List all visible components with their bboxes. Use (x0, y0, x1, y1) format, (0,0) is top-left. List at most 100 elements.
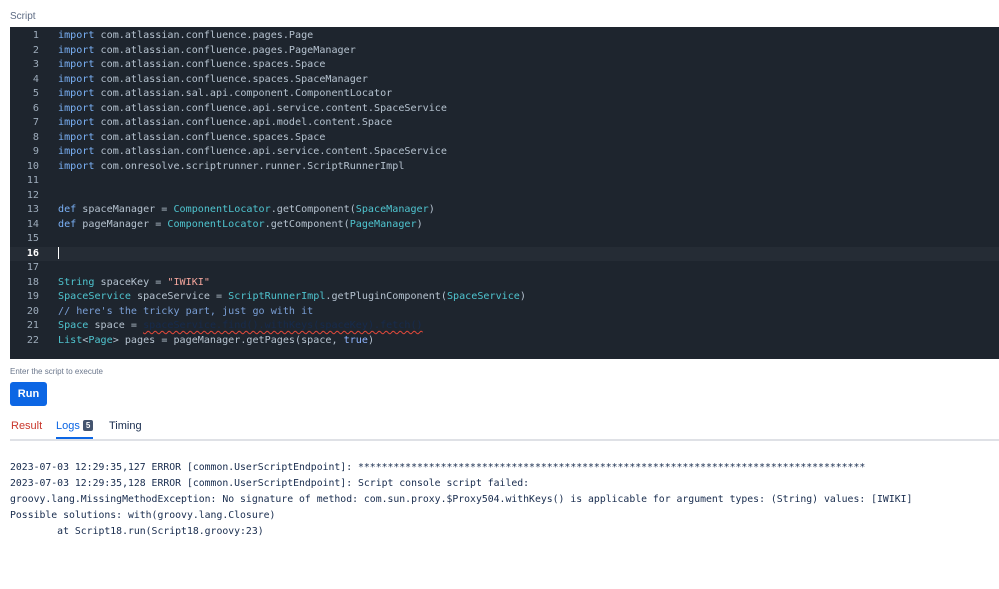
code-token: import (58, 88, 95, 99)
code-text: String spaceKey = "IWIKI" (58, 276, 210, 291)
code-line[interactable]: 9 import com.atlassian.confluence.api.ser… (10, 145, 999, 160)
code-text: import com.atlassian.confluence.pages.Pa… (58, 29, 313, 44)
code-token: import (58, 102, 95, 114)
code-token: space = (88, 320, 144, 331)
tab-logs-label: Logs (56, 420, 80, 432)
code-token: com.atlassian.confluence.pages.Page (94, 30, 314, 41)
log-line: groovy.lang.MissingMethodException: No s… (10, 494, 913, 505)
code-token: Page (88, 334, 113, 346)
code-token: "IWIKI" (167, 276, 210, 288)
code-line[interactable]: 1 import com.atlassian.confluence.pages.P… (10, 29, 999, 44)
code-token: Space (58, 320, 89, 331)
code-text: List<Page> pages = pageManager.getPages(… (58, 334, 374, 349)
code-token: ComponentLocator (167, 218, 265, 230)
code-text: import com.atlassian.confluence.spaces.S… (58, 58, 325, 73)
code-token: spaceService = (130, 291, 229, 302)
code-token: import (58, 146, 95, 157)
code-token: pageManager = (76, 218, 168, 230)
line-number: 13 (26, 204, 39, 215)
code-text (58, 246, 59, 263)
code-token: SpaceManager (355, 204, 429, 215)
code-token: com.atlassian.sal.api.component.Componen… (94, 88, 393, 99)
code-text: Space space = spaceService.find().withKe… (58, 319, 423, 334)
line-number: 4 (32, 73, 39, 85)
log-line: 2023-07-03 12:29:35,127 ERROR [common.Us… (10, 462, 866, 473)
editor-hint: Enter the script to execute (10, 367, 103, 376)
code-token: ScriptRunnerImpl (228, 291, 326, 302)
tab-logs[interactable]: Logs 5 (56, 418, 94, 439)
code-token: com.atlassian.confluence.api.service.con… (94, 102, 447, 114)
code-line[interactable]: 18 String spaceKey = "IWIKI" (10, 276, 999, 291)
code-line[interactable]: 4 import com.atlassian.confluence.spaces.… (10, 73, 999, 88)
line-number: 3 (32, 59, 39, 70)
code-line[interactable]: 3 import com.atlassian.confluence.spaces.… (10, 58, 999, 73)
code-line[interactable]: 14 def pageManager = ComponentLocator.get… (10, 218, 999, 233)
tab-timing[interactable]: Timing (109, 418, 142, 439)
line-number: 7 (32, 117, 39, 128)
code-line[interactable]: 5 import com.atlassian.sal.api.component.… (10, 87, 999, 102)
code-text: import com.atlassian.sal.api.component.C… (58, 87, 392, 102)
code-text: // here's the tricky part, just go with … (58, 305, 313, 320)
code-token: import (58, 131, 95, 143)
code-text: import com.atlassian.confluence.spaces.S… (58, 73, 368, 88)
line-number: 2 (32, 44, 39, 56)
line-number: 20 (26, 305, 39, 317)
code-line[interactable]: 16 (10, 246, 999, 263)
code-token: ) (416, 218, 423, 230)
code-line[interactable]: 11 (10, 174, 999, 189)
line-number: 17 (26, 262, 39, 273)
code-line[interactable]: 12 (10, 189, 999, 204)
line-number: 19 (26, 291, 39, 302)
code-token: import (58, 44, 95, 56)
code-token: com.atlassian.confluence.api.service.con… (94, 146, 447, 157)
line-number: 8 (32, 131, 39, 143)
line-number: 15 (26, 233, 39, 244)
code-token: spaceKey = (94, 276, 168, 288)
code-line[interactable]: 21 Space space = spaceService.find().with… (10, 319, 999, 334)
code-line[interactable]: 19 SpaceService spaceService = ScriptRunn… (10, 290, 999, 305)
line-number: 11 (26, 175, 39, 186)
logs-count-badge: 5 (82, 420, 94, 431)
code-token: SpaceService (446, 291, 520, 302)
code-token: PageManager (349, 218, 417, 230)
code-token: List (58, 334, 83, 346)
line-number: 12 (26, 189, 39, 201)
tab-result[interactable]: Result (11, 418, 42, 439)
code-line[interactable]: 13 def spaceManager = ComponentLocator.ge… (10, 203, 999, 218)
code-token: com.atlassian.confluence.spaces.SpaceMan… (94, 73, 368, 85)
code-text: import com.atlassian.confluence.pages.Pa… (58, 44, 356, 59)
code-token: spaceManager = (76, 204, 174, 215)
code-line[interactable]: 22 List<Page> pages = pageManager.getPage… (10, 334, 999, 349)
code-line[interactable]: 15 (10, 232, 999, 247)
line-number: 1 (32, 30, 39, 41)
run-button[interactable]: Run (10, 382, 47, 406)
code-line[interactable]: 8 import com.atlassian.confluence.spaces.… (10, 131, 999, 146)
code-token: SpaceService (58, 291, 131, 302)
code-token: com.onresolve.scriptrunner.runner.Script… (94, 160, 405, 172)
code-token: > pages = pageManager.getPages(space, (112, 334, 344, 346)
code-text: import com.atlassian.confluence.api.mode… (58, 116, 392, 131)
code-line[interactable]: 20 // here's the tricky part, just go wit… (10, 305, 999, 320)
code-token: .getComponent( (264, 218, 350, 230)
code-token: ) (428, 204, 435, 215)
code-token: import (58, 160, 95, 172)
code-line[interactable]: 2 import com.atlassian.confluence.pages.P… (10, 44, 999, 59)
code-line[interactable]: 17 (10, 261, 999, 276)
tab-result-label: Result (11, 420, 43, 432)
code-line[interactable]: 6 import com.atlassian.confluence.api.ser… (10, 102, 999, 117)
code-text: def spaceManager = ComponentLocator.getC… (58, 203, 435, 218)
log-line: Possible solutions: with(groovy.lang.Clo… (10, 510, 276, 521)
tab-timing-label: Timing (109, 420, 142, 432)
code-token: def (58, 218, 77, 230)
code-token: com.atlassian.confluence.spaces.Space (94, 59, 326, 70)
script-editor[interactable]: 1 import com.atlassian.confluence.pages.P… (10, 27, 999, 359)
code-text: import com.onresolve.scriptrunner.runner… (58, 160, 404, 175)
code-line[interactable]: 7 import com.atlassian.confluence.api.mod… (10, 116, 999, 131)
log-line: at Script18.run(Script18.groovy:23) (10, 526, 264, 537)
line-number: 21 (26, 320, 39, 331)
line-number: 22 (26, 334, 39, 346)
code-token: ComponentLocator (173, 204, 271, 215)
code-line[interactable]: 10 import com.onresolve.scriptrunner.runn… (10, 160, 999, 175)
code-token: import (58, 117, 95, 128)
code-token: // here's the tricky part, just go with … (58, 305, 314, 317)
